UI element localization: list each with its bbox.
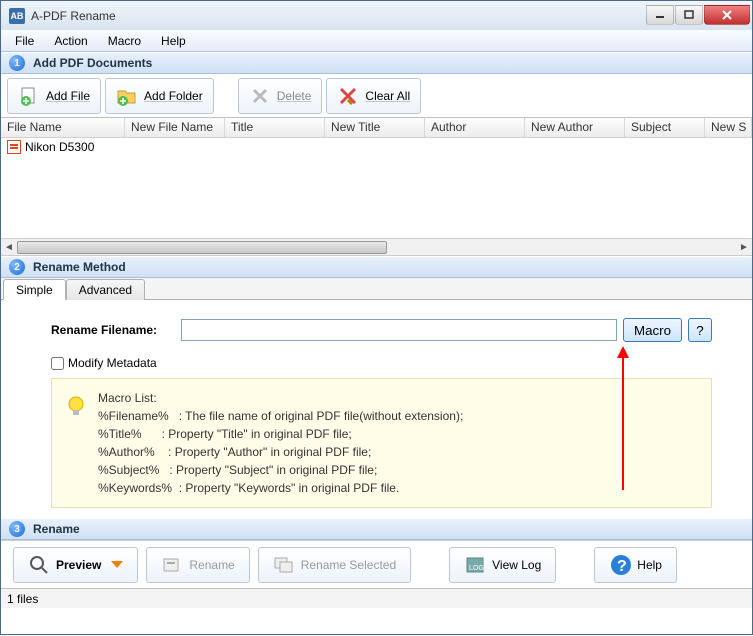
- help-label: Help: [637, 558, 662, 572]
- section-rename-method: 2 Rename Method: [1, 256, 752, 278]
- add-folder-icon: [116, 85, 138, 107]
- add-folder-label: Add Folder: [144, 89, 203, 103]
- table-header: File Name New File Name Title New Title …: [1, 118, 752, 138]
- dropdown-caret-icon: [111, 561, 123, 568]
- close-button[interactable]: [704, 5, 750, 25]
- rename-selected-button[interactable]: Rename Selected: [258, 547, 411, 583]
- th-newfilename[interactable]: New File Name: [125, 118, 225, 137]
- scroll-left-icon[interactable]: ◄: [1, 239, 17, 255]
- tab-advanced[interactable]: Advanced: [66, 279, 145, 300]
- macro-line-4: %Subject% : Property "Subject" in origin…: [98, 461, 463, 479]
- menu-macro[interactable]: Macro: [98, 32, 151, 50]
- add-folder-button[interactable]: Add Folder: [105, 78, 214, 114]
- macro-line-3: %Author% : Property "Author" in original…: [98, 443, 463, 461]
- titlebar: AB A-PDF Rename: [0, 0, 753, 30]
- section-rename: 3 Rename: [1, 518, 752, 540]
- statusbar: 1 files: [1, 588, 752, 608]
- rename-filename-input[interactable]: [181, 319, 617, 341]
- th-author[interactable]: Author: [425, 118, 525, 137]
- minimize-button[interactable]: [646, 5, 674, 25]
- section-number-1: 1: [9, 55, 25, 71]
- delete-button[interactable]: Delete: [238, 78, 323, 114]
- macro-line-2: %Title% : Property "Title" in original P…: [98, 425, 463, 443]
- file-table: File Name New File Name Title New Title …: [1, 118, 752, 256]
- method-body: Rename Filename: Macro ? Modify Metadata…: [1, 300, 752, 518]
- delete-label: Delete: [277, 89, 312, 103]
- view-log-label: View Log: [492, 558, 541, 572]
- rename-button[interactable]: Rename: [146, 547, 249, 583]
- lightbulb-icon: [66, 395, 86, 415]
- app-icon: AB: [9, 8, 25, 24]
- magnifier-icon: [28, 554, 50, 576]
- status-text: 1 files: [7, 592, 38, 606]
- toolbar: Add File Add Folder Delete Clear All: [1, 74, 752, 118]
- clear-all-label: Clear All: [365, 89, 410, 103]
- add-file-icon: [18, 85, 40, 107]
- menu-file[interactable]: File: [5, 32, 44, 50]
- rename-selected-icon: [273, 554, 295, 576]
- log-icon: LOG: [464, 554, 486, 576]
- rename-icon: [161, 554, 183, 576]
- table-body[interactable]: Nikon D5300: [1, 138, 752, 238]
- clear-all-button[interactable]: Clear All: [326, 78, 421, 114]
- section-number-2: 2: [9, 259, 25, 275]
- macro-line-1: %Filename% : The file name of original P…: [98, 407, 463, 425]
- macro-hint-box: Macro List: %Filename% : The file name o…: [51, 378, 712, 508]
- tab-simple[interactable]: Simple: [3, 279, 66, 300]
- method-tabs: Simple Advanced: [1, 278, 752, 300]
- help-button-small[interactable]: ?: [688, 318, 712, 342]
- scroll-thumb[interactable]: [17, 241, 387, 254]
- cell-filename: Nikon D5300: [25, 140, 94, 154]
- th-newsubject[interactable]: New S: [705, 118, 752, 137]
- horizontal-scrollbar[interactable]: ◄ ►: [1, 238, 752, 255]
- add-file-button[interactable]: Add File: [7, 78, 101, 114]
- macro-button[interactable]: Macro: [623, 318, 682, 342]
- table-row[interactable]: Nikon D5300: [1, 138, 752, 156]
- preview-button[interactable]: Preview: [13, 547, 138, 583]
- view-log-button[interactable]: LOG View Log: [449, 547, 556, 583]
- th-subject[interactable]: Subject: [625, 118, 705, 137]
- add-file-label: Add File: [46, 89, 90, 103]
- help-icon: ?: [609, 554, 631, 576]
- rename-filename-label: Rename Filename:: [51, 323, 181, 337]
- window-title: A-PDF Rename: [31, 9, 645, 23]
- modify-metadata-label: Modify Metadata: [68, 356, 157, 370]
- th-newtitle[interactable]: New Title: [325, 118, 425, 137]
- section-label-3: Rename: [33, 522, 80, 536]
- svg-text:LOG: LOG: [469, 565, 484, 572]
- section-number-3: 3: [9, 521, 25, 537]
- scroll-right-icon[interactable]: ►: [736, 239, 752, 255]
- th-newauthor[interactable]: New Author: [525, 118, 625, 137]
- macro-line-5: %Keywords% : Property "Keywords" in orig…: [98, 479, 463, 497]
- macro-list-title: Macro List:: [98, 389, 463, 407]
- section-add-documents: 1 Add PDF Documents: [1, 52, 752, 74]
- svg-text:?: ?: [617, 558, 627, 575]
- menu-action[interactable]: Action: [44, 32, 97, 50]
- section-label-1: Add PDF Documents: [33, 56, 152, 70]
- preview-label: Preview: [56, 558, 101, 572]
- rename-label: Rename: [189, 558, 234, 572]
- th-filename[interactable]: File Name: [1, 118, 125, 137]
- help-button[interactable]: ? Help: [594, 547, 677, 583]
- maximize-button[interactable]: [675, 5, 703, 25]
- bottom-toolbar: Preview Rename Rename Selected LOG View …: [1, 540, 752, 588]
- th-title[interactable]: Title: [225, 118, 325, 137]
- pdf-icon: [7, 140, 21, 154]
- modify-metadata-checkbox[interactable]: [51, 357, 64, 370]
- menu-help[interactable]: Help: [151, 32, 196, 50]
- menubar: File Action Macro Help: [1, 30, 752, 52]
- delete-icon: [249, 85, 271, 107]
- section-label-2: Rename Method: [33, 260, 126, 274]
- clear-all-icon: [337, 85, 359, 107]
- rename-selected-label: Rename Selected: [301, 558, 396, 572]
